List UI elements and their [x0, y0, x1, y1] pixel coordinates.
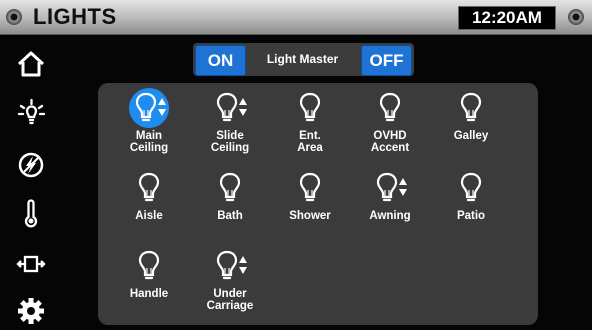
light-icon-area	[109, 169, 189, 207]
light-tile[interactable]: Under Carriage	[190, 247, 270, 321]
light-tile[interactable]: OVHD Accent	[350, 89, 430, 163]
light-label: Handle	[109, 288, 189, 300]
light-label-line1: Shower	[289, 210, 331, 222]
light-icon-area	[350, 89, 430, 127]
dimmer-arrows-icon	[238, 97, 248, 117]
light-label: Shower	[270, 210, 350, 222]
master-on-button[interactable]: ON	[195, 45, 246, 76]
nav-lights-button[interactable]	[10, 94, 52, 132]
light-label-line1: OVHD	[373, 130, 407, 142]
light-label-line1: Under	[213, 288, 247, 300]
light-bulb-icon	[219, 172, 241, 204]
light-tile[interactable]: Awning	[350, 169, 430, 243]
light-bulb-icon	[138, 172, 160, 204]
light-label: Ent. Area	[270, 130, 350, 154]
light-tile[interactable]: Bath	[190, 169, 270, 243]
light-label-line2: Area	[297, 142, 323, 154]
light-label: Galley	[431, 130, 511, 142]
light-master-label: Light Master	[266, 52, 339, 66]
light-tile[interactable]: Handle	[109, 247, 189, 321]
light-bulb-icon	[216, 92, 238, 124]
light-label: Under Carriage	[190, 288, 270, 312]
light-label-line1: Main	[135, 130, 163, 142]
light-label-line2: Accent	[370, 142, 410, 154]
thermometer-icon	[24, 199, 38, 228]
light-label: Aisle	[109, 210, 189, 222]
light-label-line1: Slide	[216, 130, 244, 142]
clock: 12:20AM	[458, 6, 556, 30]
light-label-line1: Aisle	[135, 210, 163, 222]
light-label-line1: Ent.	[299, 130, 321, 142]
light-bulb-icon	[299, 172, 321, 204]
nav-climate-button[interactable]	[10, 195, 52, 233]
light-icon-area	[270, 169, 350, 207]
light-label-line1: Patio	[456, 210, 486, 222]
nav-power-button[interactable]	[10, 146, 52, 184]
light-icon-area	[431, 169, 511, 207]
light-bulb-icon	[138, 250, 160, 282]
light-label-line1: Awning	[369, 210, 411, 222]
dimmer-arrows-icon	[157, 97, 167, 117]
light-bulb-icon	[460, 172, 482, 204]
slide-out-icon	[16, 255, 46, 273]
light-label-line2: Ceiling	[129, 142, 169, 154]
light-bulb-icon	[376, 172, 398, 204]
light-bulb-icon	[299, 92, 321, 124]
light-label-line2: Ceiling	[210, 142, 250, 154]
light-icon-area	[270, 89, 350, 127]
light-tile[interactable]: Galley	[431, 89, 511, 163]
light-tile[interactable]: Slide Ceiling	[190, 89, 270, 163]
screw-icon	[568, 9, 584, 25]
light-label: Patio	[431, 210, 511, 222]
light-label: Slide Ceiling	[190, 130, 270, 154]
nav-home-button[interactable]	[10, 45, 52, 83]
light-bulb-icon	[460, 92, 482, 124]
gear-icon	[18, 298, 44, 324]
light-icon-area	[109, 88, 189, 128]
light-bulb-icon	[216, 250, 238, 282]
dimmer-arrows-icon	[398, 177, 408, 197]
light-icon-area	[350, 169, 430, 207]
light-label: Awning	[350, 210, 430, 222]
light-master-bar: ON Light Master OFF	[193, 43, 414, 76]
screw-icon	[6, 9, 22, 25]
light-tile[interactable]: Patio	[431, 169, 511, 243]
light-label-line1: Handle	[129, 288, 169, 300]
light-bulb-icon	[135, 92, 157, 124]
light-icon-area	[431, 89, 511, 127]
light-label: OVHD Accent	[350, 130, 430, 154]
light-bulb-icon	[379, 92, 401, 124]
light-tile[interactable]: Ent. Area	[270, 89, 350, 163]
light-label-line1: Bath	[217, 210, 243, 222]
light-icon-area	[190, 169, 270, 207]
light-label-line2: Carriage	[206, 300, 254, 312]
light-tile[interactable]: Main Ceiling	[109, 88, 189, 163]
light-label: Bath	[190, 210, 270, 222]
nav-slide-button[interactable]	[10, 245, 52, 283]
light-tile[interactable]: Aisle	[109, 169, 189, 243]
light-icon-area	[190, 247, 270, 285]
top-bar: LIGHTS 12:20AM	[0, 0, 592, 35]
sidebar	[0, 34, 64, 330]
light-label-line1: Galley	[453, 130, 489, 142]
home-icon	[17, 51, 45, 77]
master-off-button[interactable]: OFF	[361, 45, 412, 76]
nav-settings-button[interactable]	[10, 292, 52, 330]
light-tile[interactable]: Shower	[270, 169, 350, 243]
light-icon-area	[109, 247, 189, 285]
dimmer-arrows-icon	[238, 255, 248, 275]
page-title: LIGHTS	[33, 4, 117, 29]
power-icon	[18, 152, 44, 178]
sun-icon	[17, 98, 46, 125]
lights-panel: Main Ceiling Slide Ceiling Ent. Area OVHD Accen…	[98, 83, 538, 325]
light-icon-area	[190, 89, 270, 127]
light-label: Main Ceiling	[109, 130, 189, 154]
